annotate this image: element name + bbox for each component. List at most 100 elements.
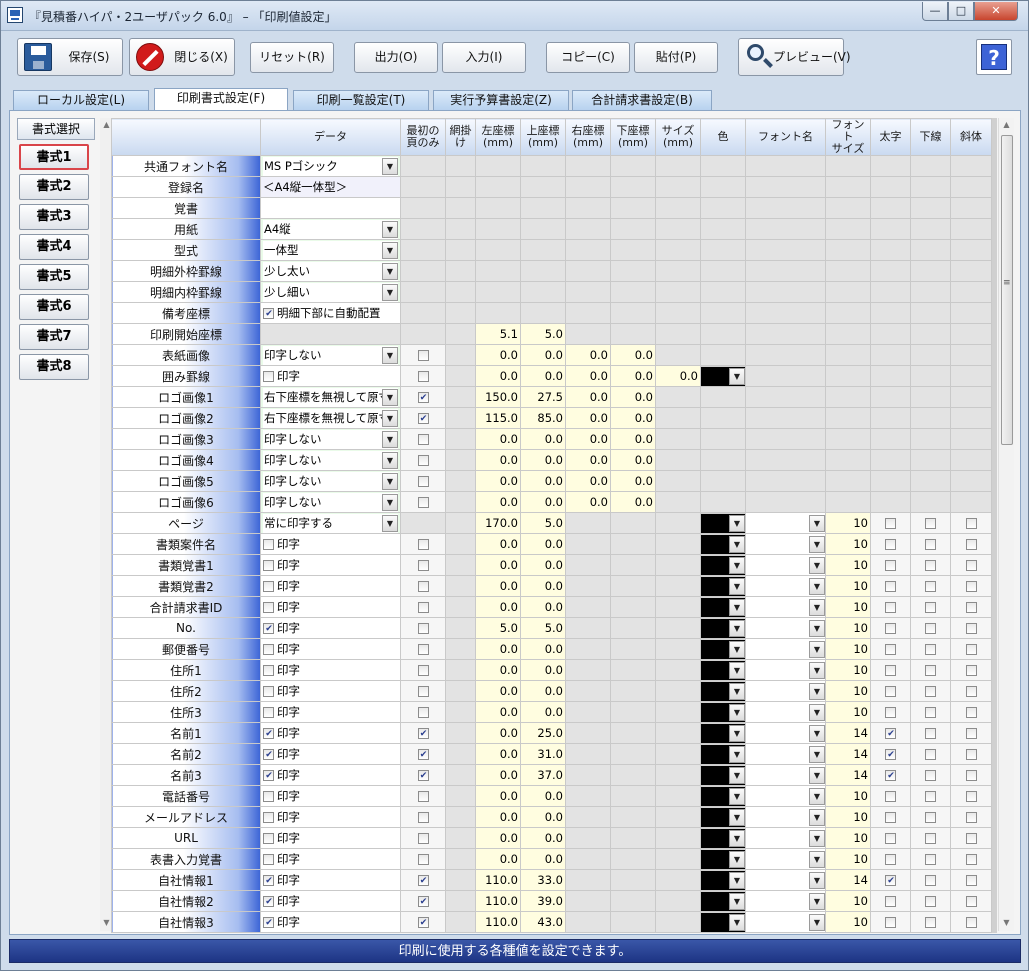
print-checkbox[interactable] [263,581,274,592]
print-checkbox[interactable] [263,539,274,550]
data-cell[interactable]: 右下座標を無視して原寸 ▼ [260,407,401,429]
italic-cell[interactable] [950,722,992,744]
font-name-cell[interactable]: ▼ [745,701,826,723]
chevron-down-icon[interactable]: ▼ [729,829,745,847]
bold-checkbox[interactable] [885,791,896,802]
output-button[interactable]: 出力(O) [354,42,438,73]
coordinate-value[interactable]: 0.0 [520,848,566,870]
print-checkbox[interactable] [263,917,274,928]
italic-checkbox[interactable] [965,917,977,928]
bold-checkbox[interactable] [885,623,896,634]
bold-cell[interactable] [870,806,911,828]
coordinate-value[interactable]: 5.0 [520,617,566,639]
scrollbar-thumb[interactable] [1001,135,1013,445]
coordinate-value[interactable]: 0.0 [520,344,566,366]
italic-checkbox[interactable] [965,686,977,697]
italic-cell[interactable] [950,638,992,660]
italic-checkbox[interactable] [965,770,977,781]
coordinate-value[interactable]: 0.0 [520,701,566,723]
bold-cell[interactable] [870,743,911,765]
chevron-down-icon[interactable]: ▼ [729,556,745,574]
font-size-value[interactable]: 10 [825,890,871,912]
font-name-cell[interactable]: ▼ [745,596,826,618]
first-page-only-cell[interactable] [400,491,446,513]
coordinate-value[interactable]: 0.0 [475,785,521,807]
coordinate-value[interactable]: 0.0 [475,575,521,597]
bold-cell[interactable] [870,764,911,786]
bold-checkbox[interactable] [885,707,896,718]
coordinate-value[interactable]: 0.0 [520,827,566,849]
coordinate-value[interactable]: 27.5 [520,386,566,408]
coordinate-value[interactable]: 5.0 [475,617,521,639]
chevron-down-icon[interactable]: ▼ [382,346,398,364]
coordinate-value[interactable]: 0.0 [475,596,521,618]
font-name-select[interactable]: ▼ [746,786,825,806]
chevron-down-icon[interactable]: ▼ [729,913,745,931]
color-swatch[interactable]: ▼ [701,723,745,743]
coordinate-value[interactable]: 0.0 [475,659,521,681]
close-button[interactable]: 閉じる(X) [129,38,235,76]
coordinate-value[interactable]: 0.0 [475,638,521,660]
color-cell[interactable]: ▼ [700,701,746,723]
italic-cell[interactable] [950,701,992,723]
coordinate-value[interactable]: 0.0 [475,491,521,513]
chevron-down-icon[interactable]: ▼ [809,661,825,679]
data-cell[interactable]: 印字しない ▼ [260,428,401,450]
first-page-checkbox[interactable] [417,665,429,676]
chevron-down-icon[interactable]: ▼ [729,892,745,910]
data-cell[interactable]: 印字 [260,533,401,555]
italic-cell[interactable] [950,533,992,555]
underline-cell[interactable] [910,533,951,555]
underline-checkbox[interactable] [925,560,936,571]
color-cell[interactable]: ▼ [700,596,746,618]
italic-cell[interactable] [950,575,992,597]
chevron-down-icon[interactable]: ▼ [729,577,745,595]
italic-checkbox[interactable] [965,728,977,739]
bold-checkbox[interactable] [885,770,896,781]
dropdown[interactable]: A4縦 ▼ [263,219,398,239]
bold-cell[interactable] [870,722,911,744]
underline-cell[interactable] [910,722,951,744]
underline-checkbox[interactable] [925,623,936,634]
data-cell[interactable]: MS Pゴシック ▼ [260,155,401,177]
bold-cell[interactable] [870,554,911,576]
font-name-cell[interactable]: ▼ [745,554,826,576]
font-name-select[interactable]: ▼ [746,912,825,932]
color-cell[interactable]: ▼ [700,659,746,681]
underline-cell[interactable] [910,848,951,870]
color-swatch[interactable]: ▼ [701,912,745,932]
tab-local-settings[interactable]: ローカル設定(L) [13,90,149,110]
coordinate-value[interactable]: 0.0 [475,554,521,576]
first-page-checkbox[interactable] [417,896,429,907]
bold-cell[interactable] [870,575,911,597]
first-page-checkbox[interactable] [417,560,429,571]
underline-checkbox[interactable] [925,665,936,676]
first-page-checkbox[interactable] [417,749,429,760]
font-name-cell[interactable]: ▼ [745,869,826,891]
first-page-only-cell[interactable] [400,806,446,828]
input-button[interactable]: 入力(I) [442,42,526,73]
color-swatch[interactable]: ▼ [701,681,745,701]
chevron-down-icon[interactable]: ▼ [729,850,745,868]
coordinate-value[interactable]: 39.0 [520,890,566,912]
scroll-down-icon[interactable]: ▼ [1000,916,1013,930]
first-page-checkbox[interactable] [417,455,429,466]
coordinate-value[interactable]: 0.0 [565,365,611,387]
italic-cell[interactable] [950,512,992,534]
underline-cell[interactable] [910,596,951,618]
chevron-down-icon[interactable]: ▼ [729,745,745,763]
reset-button[interactable]: リセット(R) [250,42,334,73]
italic-checkbox[interactable] [965,896,977,907]
first-page-only-cell[interactable] [400,554,446,576]
color-cell[interactable]: ▼ [700,785,746,807]
coordinate-value[interactable]: 0.0 [610,365,656,387]
underline-checkbox[interactable] [925,602,936,613]
coordinate-value[interactable]: 0.0 [475,470,521,492]
bold-checkbox[interactable] [885,833,896,844]
dropdown[interactable]: 印字しない ▼ [263,450,398,470]
coordinate-value[interactable]: 5.0 [520,512,566,534]
italic-cell[interactable] [950,806,992,828]
print-checkbox[interactable] [263,623,274,634]
style-2-button[interactable]: 書式2 [19,174,89,200]
coordinate-value[interactable]: 110.0 [475,911,521,933]
